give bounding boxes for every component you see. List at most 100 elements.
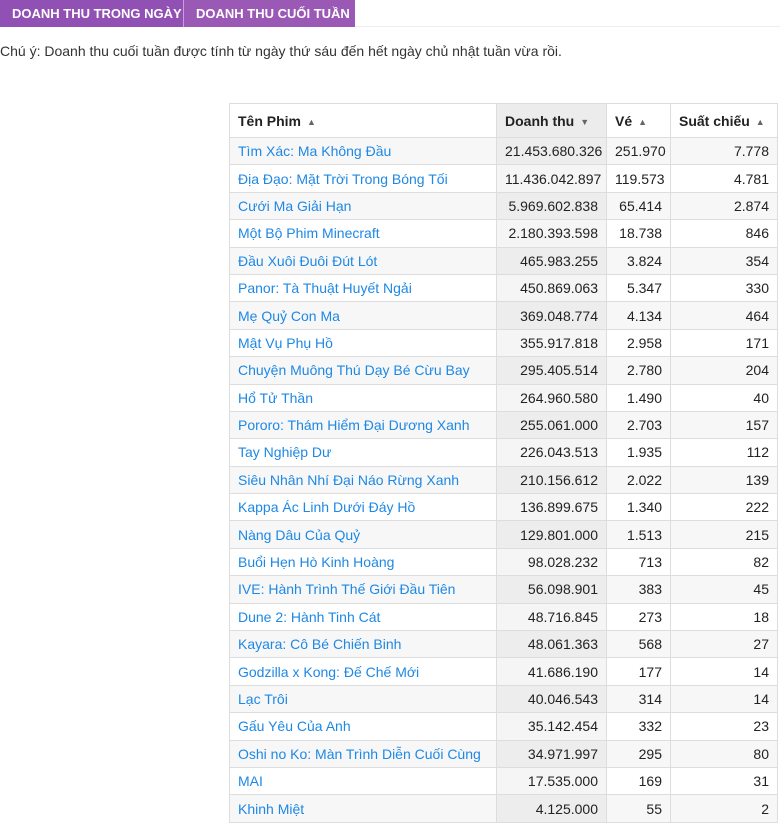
tickets-cell: 1.513 <box>606 520 671 549</box>
revenue-cell: 5.969.602.838 <box>496 191 607 221</box>
movie-name-link[interactable]: Chuyện Muông Thú Dạy Bé Cừu Bay <box>229 356 497 385</box>
tickets-cell: 2.022 <box>606 465 671 495</box>
tickets-cell: 177 <box>606 657 671 686</box>
revenue-cell: 48.061.363 <box>496 630 607 659</box>
tickets-cell: 568 <box>606 630 671 659</box>
tickets-cell: 2.958 <box>606 328 671 358</box>
table-row: Cưới Ma Giải Hạn 5.969.602.838 65.414 2.874 <box>229 191 778 221</box>
table-row: Kayara: Cô Bé Chiến Binh 48.061.363 568 27 <box>229 630 778 659</box>
table-row: Một Bộ Phim Minecraft 2.180.393.598 18.738… <box>229 219 778 248</box>
tickets-cell: 295 <box>606 739 671 768</box>
tab-bar-divider <box>355 0 780 27</box>
movie-name-link[interactable]: Hổ Tử Thần <box>229 383 497 412</box>
revenue-cell: 48.716.845 <box>496 602 607 632</box>
table-row: Chuyện Muông Thú Dạy Bé Cừu Bay 295.405.5… <box>229 356 778 385</box>
movie-name-link[interactable]: Gấu Yêu Của Anh <box>229 712 497 741</box>
revenue-cell: 210.156.612 <box>496 465 607 495</box>
revenue-cell: 295.405.514 <box>496 356 607 385</box>
table-row: Panor: Tà Thuật Huyết Ngải 450.869.063 5.3… <box>229 273 778 303</box>
tickets-cell: 5.347 <box>606 273 671 303</box>
tickets-cell: 18.738 <box>606 219 671 248</box>
tab-daily-revenue[interactable]: DOANH THU TRONG NGÀY <box>0 0 183 27</box>
table-row: Kappa Ác Linh Dưới Đáy Hồ 136.899.675 1.34… <box>229 493 778 522</box>
shows-cell: 14 <box>670 657 778 686</box>
movie-name-link[interactable]: Pororo: Thám Hiểm Đại Dương Xanh <box>229 410 497 440</box>
movie-name-link[interactable]: Kayara: Cô Bé Chiến Binh <box>229 630 497 659</box>
shows-cell: 18 <box>670 602 778 632</box>
table-row: Hổ Tử Thần 264.960.580 1.490 40 <box>229 383 778 412</box>
table-row: Siêu Nhân Nhí Đại Náo Rừng Xanh 210.156.6… <box>229 465 778 495</box>
movie-name-link[interactable]: Nàng Dâu Của Quỷ <box>229 520 497 549</box>
revenue-cell: 369.048.774 <box>496 301 607 330</box>
movie-name-link[interactable]: Địa Đạo: Mặt Trời Trong Bóng Tối <box>229 164 497 193</box>
table-row: Khinh Miệt 4.125.000 55 2 <box>229 794 778 823</box>
table-row: IVE: Hành Trình Thế Giới Đầu Tiên 56.098.… <box>229 575 778 604</box>
movie-name-link[interactable]: Oshi no Ko: Màn Trình Diễn Cuối Cùng <box>229 739 497 768</box>
sort-asc-icon: ▲ <box>755 116 765 127</box>
tickets-cell: 169 <box>606 766 671 796</box>
table-row: Godzilla x Kong: Đế Chế Mới 41.686.190 177… <box>229 657 778 686</box>
movie-name-link[interactable]: MAI <box>229 766 497 796</box>
tickets-cell: 1.490 <box>606 383 671 412</box>
revenue-cell: 40.046.543 <box>496 684 607 714</box>
table-row: Pororo: Thám Hiểm Đại Dương Xanh 255.061.… <box>229 410 778 440</box>
revenue-cell: 17.535.000 <box>496 766 607 796</box>
tickets-cell: 2.780 <box>606 356 671 385</box>
weekend-note: Chú ý: Doanh thu cuối tuần được tính từ … <box>0 43 562 59</box>
movie-name-link[interactable]: Tìm Xác: Ma Không Đầu <box>229 136 497 166</box>
movie-name-link[interactable]: Mật Vụ Phụ Hồ <box>229 328 497 358</box>
header-shows-label: Suất chiếu <box>679 112 750 129</box>
sort-asc-icon: ▲ <box>307 116 316 127</box>
tickets-cell: 383 <box>606 575 671 604</box>
revenue-cell: 21.453.680.326 <box>496 136 607 166</box>
table-row: Địa Đạo: Mặt Trời Trong Bóng Tối 11.436.0… <box>229 164 778 193</box>
shows-cell: 7.778 <box>670 136 778 166</box>
movie-name-link[interactable]: Buổi Hẹn Hò Kinh Hoàng <box>229 547 497 577</box>
movie-name-link[interactable]: Khinh Miệt <box>229 794 497 823</box>
movie-name-link[interactable]: Một Bộ Phim Minecraft <box>229 219 497 248</box>
tab-weekend-revenue[interactable]: DOANH THU CUỐI TUẦN <box>183 0 355 27</box>
header-shows[interactable]: Suất chiếu ▲ <box>670 103 778 138</box>
shows-cell: 14 <box>670 684 778 714</box>
revenue-cell: 34.971.997 <box>496 739 607 768</box>
tab-bar: DOANH THU TRONG NGÀY DOANH THU CUỐI TUẦN <box>0 0 355 27</box>
movie-name-link[interactable]: Đầu Xuôi Đuôi Đút Lót <box>229 246 497 275</box>
table-row: Dune 2: Hành Tinh Cát 48.716.845 273 18 <box>229 602 778 632</box>
tickets-cell: 251.970 <box>606 136 671 166</box>
revenue-cell: 98.028.232 <box>496 547 607 577</box>
header-tickets[interactable]: Vé ▲ <box>606 103 671 138</box>
tickets-cell: 1.935 <box>606 438 671 467</box>
tickets-cell: 3.824 <box>606 246 671 275</box>
movie-name-link[interactable]: Godzilla x Kong: Đế Chế Mới <box>229 657 497 686</box>
movie-name-link[interactable]: Panor: Tà Thuật Huyết Ngải <box>229 273 497 303</box>
revenue-cell: 465.983.255 <box>496 246 607 275</box>
movie-name-link[interactable]: Cưới Ma Giải Hạn <box>229 191 497 221</box>
revenue-cell: 226.043.513 <box>496 438 607 467</box>
table-row: Tìm Xác: Ma Không Đầu 21.453.680.326 251.9… <box>229 136 778 166</box>
tickets-cell: 273 <box>606 602 671 632</box>
tickets-cell: 55 <box>606 794 671 823</box>
revenue-cell: 355.917.818 <box>496 328 607 358</box>
shows-cell: 4.781 <box>670 164 778 193</box>
revenue-cell: 129.801.000 <box>496 520 607 549</box>
shows-cell: 354 <box>670 246 778 275</box>
header-movie-name[interactable]: Tên Phim ▲ <box>229 103 497 138</box>
header-revenue[interactable]: Doanh thu ▼ <box>496 103 607 138</box>
shows-cell: 222 <box>670 493 778 522</box>
table-row: Tay Nghiệp Dư 226.043.513 1.935 112 <box>229 438 778 467</box>
movie-name-link[interactable]: Mẹ Quỷ Con Ma <box>229 301 497 330</box>
movie-name-link[interactable]: Tay Nghiệp Dư <box>229 438 497 467</box>
revenue-cell: 264.960.580 <box>496 383 607 412</box>
revenue-cell: 4.125.000 <box>496 794 607 823</box>
revenue-cell: 56.098.901 <box>496 575 607 604</box>
movie-name-link[interactable]: Lạc Trôi <box>229 684 497 714</box>
movie-name-link[interactable]: Siêu Nhân Nhí Đại Náo Rừng Xanh <box>229 465 497 495</box>
movie-name-link[interactable]: Dune 2: Hành Tinh Cát <box>229 602 497 632</box>
movie-name-link[interactable]: Kappa Ác Linh Dưới Đáy Hồ <box>229 493 497 522</box>
shows-cell: 80 <box>670 739 778 768</box>
tickets-cell: 119.573 <box>606 164 671 193</box>
header-movie-name-label: Tên Phim <box>238 112 302 129</box>
movie-name-link[interactable]: IVE: Hành Trình Thế Giới Đầu Tiên <box>229 575 497 604</box>
shows-cell: 171 <box>670 328 778 358</box>
tickets-cell: 713 <box>606 547 671 577</box>
